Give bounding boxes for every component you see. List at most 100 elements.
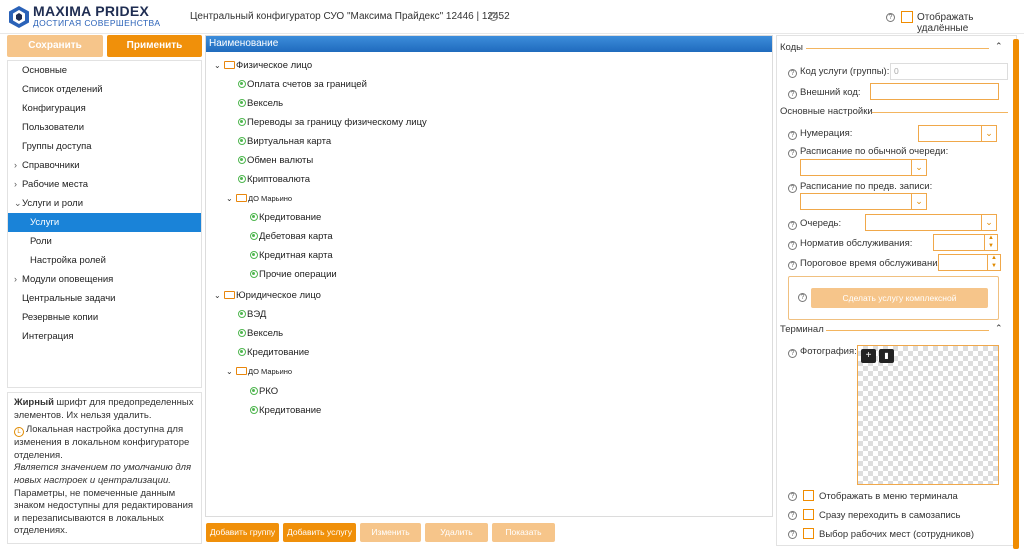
tree-node-service[interactable]: Виртуальная карта [238, 132, 331, 151]
add-group-button[interactable]: Добавить группу [206, 523, 279, 542]
collapse-terminal-icon[interactable]: ⌃ [995, 323, 1003, 334]
delete-button[interactable]: Удалить [425, 523, 488, 542]
numbering-label: ? Нумерация: [788, 128, 852, 140]
tree-node-group[interactable]: ⌄ Юридическое лицо [214, 286, 321, 305]
help-icon[interactable]: ? [788, 69, 797, 78]
help-icon[interactable]: ? [788, 241, 797, 250]
sidebar-item-roles[interactable]: Роли [8, 232, 201, 251]
chevron-down-icon: ⌄ [14, 198, 22, 208]
section-codes-title: Коды [780, 42, 803, 53]
sidebar-item-central-tasks[interactable]: Центральные задачи [8, 289, 201, 308]
make-complex-button[interactable]: Сделать услугу комплексной [811, 288, 988, 308]
show-in-terminal-menu-checkbox[interactable] [803, 490, 814, 501]
tree-node-service[interactable]: РКО [250, 382, 278, 401]
show-button[interactable]: Показать [492, 523, 555, 542]
folder-icon [224, 291, 235, 299]
sidebar-item-services-roles[interactable]: ⌄ Услуги и роли [8, 194, 201, 213]
local-setting-icon: L [14, 427, 24, 438]
edit-button[interactable]: Изменить [360, 523, 421, 542]
services-tree: Наименование ⌄ Физическое лицо Оплата сче… [205, 35, 773, 517]
help-icon[interactable]: ? [788, 492, 797, 501]
add-service-button[interactable]: Добавить услугу [283, 523, 356, 542]
service-icon [250, 213, 258, 221]
numbering-select[interactable] [918, 125, 982, 142]
sidebar-item-integration[interactable]: Интеграция [8, 327, 201, 346]
tree-node-service[interactable]: Вексель [238, 94, 283, 113]
tree-node-group[interactable]: ⌄ Физическое лицо [214, 56, 312, 75]
help-icon[interactable]: ? [788, 149, 797, 158]
tree-node-service[interactable]: ВЭД [238, 305, 266, 324]
tree-column-header: Наименование [206, 36, 772, 52]
tree-node-service[interactable]: Переводы за границу физическому лицу [238, 113, 427, 132]
add-photo-icon[interactable]: + [861, 349, 876, 363]
collapse-codes-icon[interactable]: ⌃ [995, 41, 1003, 52]
sidebar-item-workplaces[interactable]: › Рабочие места [8, 175, 201, 194]
sidebar-item-branches[interactable]: Список отделений [8, 80, 201, 99]
service-code-field[interactable]: 0 [890, 63, 1008, 80]
sidebar-item-label: Услуги и роли [22, 198, 84, 209]
sidebar-item-basic[interactable]: Основные [8, 61, 201, 80]
help-icon[interactable]: ? [788, 530, 797, 539]
help-icon[interactable]: ? [788, 221, 797, 230]
sidebar-item-label: Список отделений [22, 84, 103, 95]
help-icon[interactable]: ? [788, 511, 797, 520]
service-icon [250, 387, 258, 395]
title-help-icon[interactable]: ? [489, 12, 498, 21]
tree-node-group[interactable]: ⌄ ДО Марьино [226, 362, 292, 381]
tree-node-service[interactable]: Дебетовая карта [250, 227, 333, 246]
sidebar-item-users[interactable]: Пользователи [8, 118, 201, 137]
tree-node-service[interactable]: Кредитование [250, 208, 321, 227]
legend-panel: Жирный шрифт для предопределенных элемен… [7, 392, 202, 544]
tree-node-service[interactable]: Прочие операции [250, 265, 337, 284]
sidebar-nav: Основные Список отделений Конфигурация П… [7, 60, 202, 388]
show-deleted-help-icon[interactable]: ? [886, 13, 895, 22]
sidebar-item-services[interactable]: Услуги [8, 213, 201, 232]
chevron-down-icon: ⌄ [214, 61, 221, 70]
chevron-down-icon[interactable]: ⌄ [982, 214, 997, 231]
help-icon[interactable]: ? [788, 349, 797, 358]
tree-node-group[interactable]: ⌄ ДО Марьино [226, 189, 292, 208]
tree-node-service[interactable]: Кредитная карта [250, 246, 333, 265]
chevron-down-icon[interactable]: ⌄ [912, 159, 927, 176]
chevron-down-icon[interactable]: ⌄ [982, 125, 997, 142]
brand-logo-icon [9, 6, 29, 28]
select-workplaces-checkbox[interactable] [803, 528, 814, 539]
sidebar-item-backups[interactable]: Резервные копии [8, 308, 201, 327]
service-norm-label: ? Норматив обслуживания: [788, 238, 912, 250]
tree-node-service[interactable]: Кредитование [250, 401, 321, 420]
service-norm-field[interactable] [933, 234, 985, 251]
stepper-arrows-icon[interactable]: ▲ ▼ [988, 254, 1001, 271]
help-icon[interactable]: ? [788, 184, 797, 193]
save-button[interactable]: Сохранить [7, 35, 103, 57]
apply-button[interactable]: Применить [107, 35, 202, 57]
chevron-down-icon: ⌄ [226, 194, 233, 203]
right-panel-scrollbar[interactable] [1013, 39, 1019, 549]
tree-node-service[interactable]: Оплата счетов за границей [238, 75, 367, 94]
schedule-prebook-select[interactable] [800, 193, 912, 210]
sidebar-item-notification-modules[interactable]: › Модули оповещения [8, 270, 201, 289]
tree-node-service[interactable]: Обмен валюты [238, 151, 313, 170]
help-icon[interactable]: ? [788, 90, 797, 99]
help-icon[interactable]: ? [788, 261, 797, 270]
sidebar-item-configuration[interactable]: Конфигурация [8, 99, 201, 118]
select-workplaces-label: Выбор рабочих мест (сотрудников) [819, 529, 975, 540]
help-icon[interactable]: ? [788, 131, 797, 140]
queue-select[interactable] [865, 214, 982, 231]
external-code-field[interactable] [870, 83, 999, 100]
trash-icon[interactable]: ▮ [879, 349, 894, 363]
help-icon[interactable]: ? [798, 293, 807, 302]
photo-dropzone[interactable] [857, 345, 999, 485]
tree-node-service[interactable]: Вексель [238, 324, 283, 343]
service-icon [238, 329, 246, 337]
sidebar-item-role-settings[interactable]: Настройка ролей [8, 251, 201, 270]
goto-selfbook-checkbox[interactable] [803, 509, 814, 520]
tree-node-service[interactable]: Кредитование [238, 343, 309, 362]
stepper-arrows-icon[interactable]: ▲ ▼ [985, 234, 998, 251]
schedule-regular-select[interactable] [800, 159, 912, 176]
threshold-time-field[interactable] [938, 254, 988, 271]
show-deleted-checkbox[interactable] [901, 11, 913, 23]
sidebar-item-access-groups[interactable]: Группы доступа [8, 137, 201, 156]
sidebar-item-directories[interactable]: › Справочники [8, 156, 201, 175]
chevron-down-icon[interactable]: ⌄ [912, 193, 927, 210]
tree-node-service[interactable]: Криптовалюта [238, 170, 310, 189]
